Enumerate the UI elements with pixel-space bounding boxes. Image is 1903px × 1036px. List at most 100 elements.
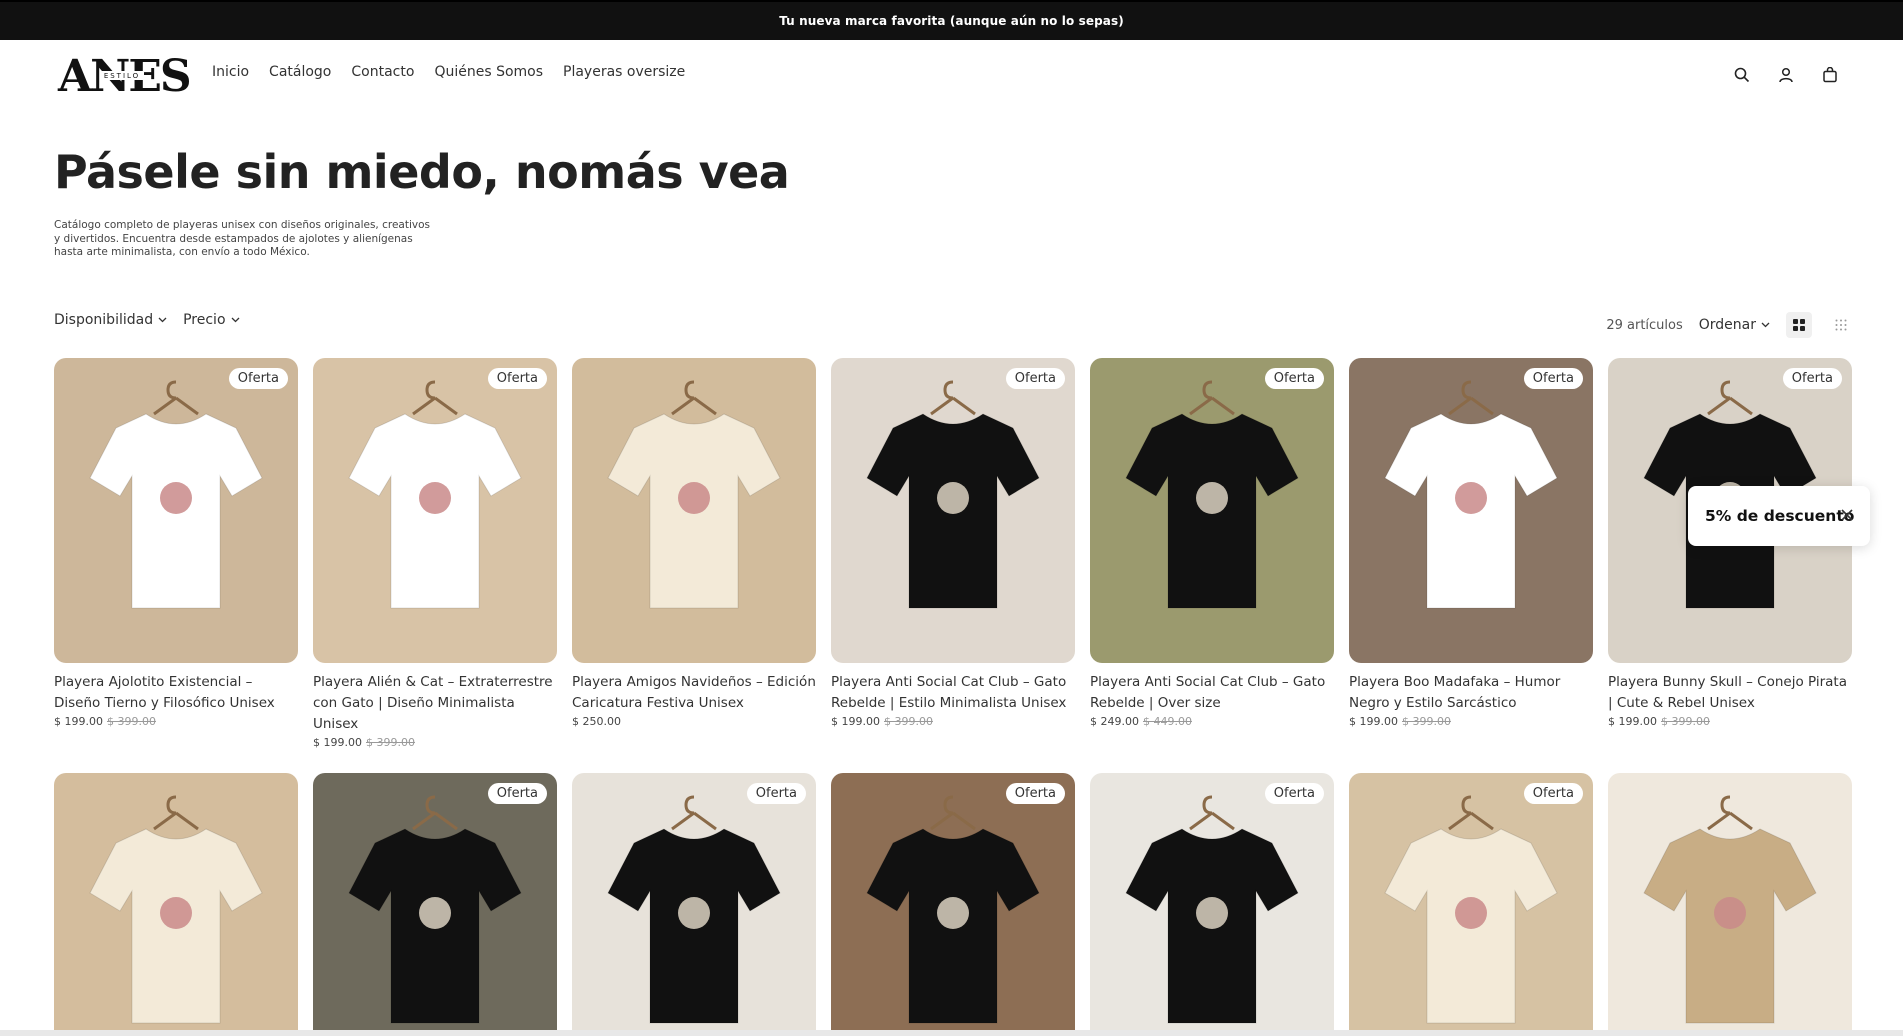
- discount-popup-text: 5% de descuento: [1705, 507, 1855, 525]
- product-grid: Oferta Playera Ajolotito Existencial – Di…: [54, 358, 1854, 1036]
- product-image[interactable]: Oferta: [1090, 773, 1334, 1036]
- product-compare-price: $ 399.00: [883, 715, 933, 728]
- product-price: $ 199.00: [831, 715, 880, 728]
- account-icon[interactable]: [1773, 62, 1799, 88]
- grid-large-icon: [1793, 319, 1805, 331]
- tshirt-icon: [607, 795, 781, 1024]
- product-card[interactable]: Oferta: [1090, 773, 1334, 1036]
- sale-badge: Oferta: [746, 783, 806, 804]
- grid-small-icon: [1835, 319, 1847, 331]
- product-card[interactable]: [54, 773, 298, 1036]
- product-price: $ 250.00: [572, 715, 621, 728]
- product-image[interactable]: [54, 773, 298, 1036]
- product-card[interactable]: Oferta: [831, 773, 1075, 1036]
- main-nav: Inicio Catálogo Contacto Quiénes Somos P…: [212, 64, 685, 80]
- tshirt-icon: [607, 380, 781, 609]
- discount-popup[interactable]: 5% de descuento: [1688, 486, 1870, 546]
- product-title[interactable]: Playera Amigos Navideños – Edición Caric…: [572, 672, 816, 714]
- nav-playeras-oversize[interactable]: Playeras oversize: [563, 64, 685, 80]
- sort-dropdown[interactable]: Ordenar: [1699, 317, 1770, 333]
- product-price-row: $ 199.00 $ 399.00: [54, 715, 298, 728]
- filter-availability-label: Disponibilidad: [54, 312, 154, 328]
- product-price: $ 199.00: [313, 736, 362, 749]
- product-image[interactable]: Oferta: [313, 773, 557, 1036]
- nav-catalogo[interactable]: Catálogo: [269, 64, 331, 80]
- tshirt-icon: [1125, 380, 1299, 609]
- nav-quienes-somos[interactable]: Quiénes Somos: [434, 64, 543, 80]
- nav-inicio[interactable]: Inicio: [212, 64, 249, 80]
- product-title[interactable]: Playera Anti Social Cat Club – Gato Rebe…: [831, 672, 1075, 714]
- product-image[interactable]: Oferta: [54, 358, 298, 663]
- tshirt-icon: [1125, 795, 1299, 1024]
- product-compare-price: $ 399.00: [1401, 715, 1451, 728]
- chevron-down-icon: [231, 317, 239, 323]
- collection-hero: Pásele sin miedo, nomás vea Catálogo com…: [54, 145, 790, 260]
- product-card[interactable]: Oferta: [313, 773, 557, 1036]
- cart-icon[interactable]: [1817, 62, 1843, 88]
- svg-text:ESTILO: ESTILO: [104, 72, 140, 80]
- tshirt-icon: [1643, 795, 1817, 1024]
- sale-badge: Oferta: [1264, 783, 1324, 804]
- filter-availability[interactable]: Disponibilidad: [54, 312, 167, 328]
- product-title[interactable]: Playera Alién & Cat – Extraterrestre con…: [313, 672, 557, 735]
- product-title[interactable]: Playera Anti Social Cat Club – Gato Rebe…: [1090, 672, 1334, 714]
- product-card[interactable]: Playera Amigos Navideños – Edición Caric…: [572, 358, 816, 749]
- product-card[interactable]: Oferta: [572, 773, 816, 1036]
- sale-badge: Oferta: [1005, 368, 1065, 389]
- sale-badge: Oferta: [1523, 783, 1583, 804]
- product-image[interactable]: [1608, 773, 1852, 1036]
- sale-badge: Oferta: [487, 368, 547, 389]
- sale-badge: Oferta: [1005, 783, 1065, 804]
- product-card[interactable]: [1608, 773, 1852, 1036]
- browser-bottom-edge: [0, 1030, 1903, 1036]
- product-card[interactable]: Oferta Playera Boo Madafaka – Humor Negro…: [1349, 358, 1593, 749]
- filter-price-label: Precio: [183, 312, 226, 328]
- product-count: 29 artículos: [1606, 317, 1683, 333]
- product-card[interactable]: Oferta Playera Anti Social Cat Club – Gat…: [831, 358, 1075, 749]
- product-title[interactable]: Playera Boo Madafaka – Humor Negro y Est…: [1349, 672, 1593, 714]
- product-price: $ 249.00: [1090, 715, 1139, 728]
- product-card[interactable]: Oferta Playera Alién & Cat – Extraterrest…: [313, 358, 557, 749]
- product-card[interactable]: Oferta Playera Ajolotito Existencial – Di…: [54, 358, 298, 749]
- sale-badge: Oferta: [487, 783, 547, 804]
- product-card[interactable]: Oferta Playera Anti Social Cat Club – Gat…: [1090, 358, 1334, 749]
- page-title: Pásele sin miedo, nomás vea: [54, 145, 790, 199]
- product-image[interactable]: [572, 358, 816, 663]
- product-price-row: $ 199.00 $ 399.00: [1349, 715, 1593, 728]
- product-price: $ 199.00: [54, 715, 103, 728]
- product-image[interactable]: Oferta: [313, 358, 557, 663]
- nav-contacto[interactable]: Contacto: [351, 64, 414, 80]
- product-image[interactable]: Oferta: [831, 773, 1075, 1036]
- sale-badge: Oferta: [1264, 368, 1324, 389]
- product-card[interactable]: Oferta Playera Bunny Skull – Conejo Pirat…: [1608, 358, 1852, 749]
- grid-view-small-button[interactable]: [1828, 312, 1854, 338]
- product-image[interactable]: Oferta: [572, 773, 816, 1036]
- announcement-text: Tu nueva marca favorita (aunque aún no l…: [779, 14, 1124, 28]
- product-image[interactable]: Oferta: [1349, 773, 1593, 1036]
- product-title[interactable]: Playera Ajolotito Existencial – Diseño T…: [54, 672, 298, 714]
- store-logo[interactable]: ANES ESTILO: [56, 53, 196, 97]
- product-price-row: $ 199.00 $ 399.00: [831, 715, 1075, 728]
- product-card[interactable]: Oferta: [1349, 773, 1593, 1036]
- tshirt-icon: [866, 795, 1040, 1024]
- collection-description: Catálogo completo de playeras unisex con…: [54, 219, 431, 258]
- product-compare-price: $ 399.00: [106, 715, 156, 728]
- product-compare-price: $ 399.00: [365, 736, 415, 749]
- chevron-down-icon: [1761, 322, 1770, 328]
- close-icon[interactable]: [1838, 506, 1856, 524]
- product-title[interactable]: Playera Bunny Skull – Conejo Pirata | Cu…: [1608, 672, 1852, 714]
- product-price: $ 199.00: [1349, 715, 1398, 728]
- product-price: $ 199.00: [1608, 715, 1657, 728]
- search-icon[interactable]: [1729, 62, 1755, 88]
- filter-price[interactable]: Precio: [183, 312, 239, 328]
- product-image[interactable]: Oferta: [1090, 358, 1334, 663]
- site-header: ANES ESTILO Inicio Catálogo Contacto Qui…: [0, 40, 1903, 110]
- collection-toolbar: Disponibilidad Precio 29 artículos Orden…: [54, 312, 1854, 338]
- product-compare-price: $ 399.00: [1660, 715, 1710, 728]
- product-image[interactable]: Oferta: [1349, 358, 1593, 663]
- tshirt-icon: [348, 380, 522, 609]
- tshirt-icon: [89, 795, 263, 1024]
- grid-view-large-button[interactable]: [1786, 312, 1812, 338]
- product-image[interactable]: Oferta: [831, 358, 1075, 663]
- product-compare-price: $ 449.00: [1142, 715, 1192, 728]
